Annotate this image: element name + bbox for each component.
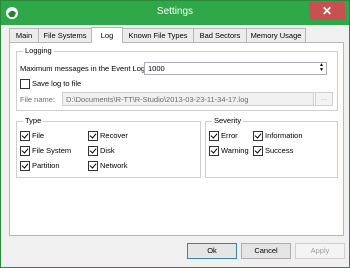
- tab-file-systems[interactable]: File Systems: [38, 28, 92, 42]
- severity-information-checkbox[interactable]: [253, 131, 263, 141]
- save-log-label[interactable]: Save log to file: [32, 79, 81, 88]
- type-file-system-checkbox[interactable]: [20, 146, 30, 156]
- settings-window: Settings ✕ Main File Systems Log Known F…: [0, 0, 350, 268]
- ok-button[interactable]: Ok: [187, 243, 237, 259]
- severity-success-checkbox[interactable]: [253, 146, 263, 156]
- severity-error-checkbox[interactable]: [209, 131, 219, 141]
- log-tab-panel: Logging Maximum messages in the Event Lo…: [9, 42, 344, 236]
- logging-legend: Logging: [23, 46, 54, 55]
- severity-warning-label[interactable]: Warning: [221, 146, 249, 155]
- severity-information-label[interactable]: Information: [265, 131, 303, 140]
- type-legend: Type: [23, 116, 44, 125]
- spinner-arrows-icon[interactable]: ▲ ▼: [319, 63, 324, 73]
- tab-memory-usage[interactable]: Memory Usage: [246, 28, 306, 42]
- apply-button[interactable]: Apply: [295, 243, 345, 259]
- type-file-checkbox[interactable]: [20, 131, 30, 141]
- type-recover-label[interactable]: Recover: [100, 131, 128, 140]
- severity-warning-checkbox[interactable]: [209, 146, 219, 156]
- file-name-label: File name:: [20, 95, 56, 104]
- save-log-checkbox[interactable]: [20, 79, 30, 89]
- type-recover-checkbox[interactable]: [88, 131, 98, 141]
- close-button[interactable]: ✕: [309, 2, 345, 20]
- type-file-system-label[interactable]: File System: [32, 146, 71, 155]
- type-partition-label[interactable]: Partition: [32, 161, 60, 170]
- severity-error-label[interactable]: Error: [221, 131, 238, 140]
- severity-success-label[interactable]: Success: [265, 146, 293, 155]
- type-network-checkbox[interactable]: [88, 161, 98, 171]
- max-messages-spinner[interactable]: 1000 ▲ ▼: [144, 62, 327, 75]
- severity-group: Severity Error Warning Information Succe…: [205, 116, 338, 178]
- window-title: Settings: [156, 6, 194, 17]
- tab-log[interactable]: Log: [91, 27, 123, 43]
- cancel-button[interactable]: Cancel: [241, 243, 291, 259]
- max-messages-value: 1000: [148, 64, 165, 73]
- file-name-value: D:\Documents\R-TT\R-Studio\2013-03-23-11…: [66, 95, 249, 104]
- close-icon: ✕: [321, 4, 333, 18]
- logging-group: Logging Maximum messages in the Event Lo…: [16, 46, 338, 111]
- browse-button[interactable]: ...: [315, 92, 333, 106]
- tab-main[interactable]: Main: [9, 28, 39, 42]
- type-partition-checkbox[interactable]: [20, 161, 30, 171]
- type-file-label[interactable]: File: [32, 131, 44, 140]
- type-network-label[interactable]: Network: [100, 161, 128, 170]
- type-group: Type File File System Partition Recover …: [16, 116, 201, 178]
- file-name-field[interactable]: D:\Documents\R-TT\R-Studio\2013-03-23-11…: [62, 92, 314, 106]
- type-disk-checkbox[interactable]: [88, 146, 98, 156]
- max-messages-label: Maximum messages in the Event Log:: [20, 64, 148, 73]
- title-bar[interactable]: Settings ✕: [1, 1, 349, 25]
- type-disk-label[interactable]: Disk: [100, 146, 115, 155]
- tab-known-file-types[interactable]: Known File Types: [122, 28, 194, 42]
- severity-legend: Severity: [212, 116, 244, 125]
- tab-bad-sectors[interactable]: Bad Sectors: [193, 28, 247, 42]
